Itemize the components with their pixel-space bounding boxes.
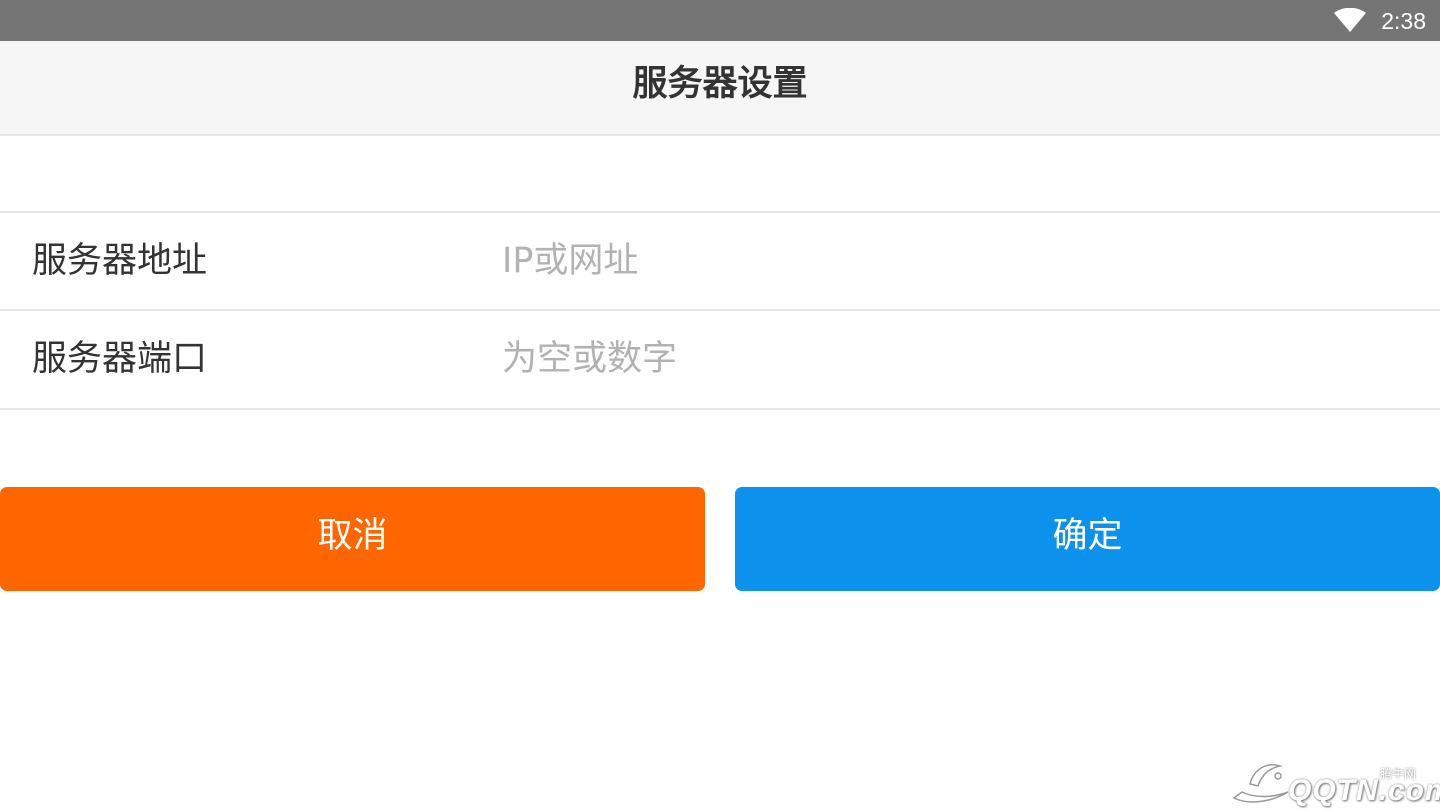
watermark-text: QQTN.com (1288, 774, 1440, 807)
cancel-button[interactable]: 取消 (0, 487, 705, 591)
confirm-button[interactable]: 确定 (735, 487, 1440, 591)
server-address-input[interactable] (492, 221, 1412, 301)
title-bar: 服务器设置 (0, 41, 1440, 136)
status-bar: 2:38 (0, 0, 1440, 41)
wifi-icon (1334, 8, 1366, 32)
server-address-label: 服务器地址 (32, 241, 208, 281)
status-time: 2:38 (1381, 8, 1426, 34)
page-title: 服务器设置 (632, 64, 808, 104)
server-port-input[interactable] (492, 319, 1412, 399)
watermark-subtext: 腾牛网 (1380, 767, 1417, 781)
server-address-row: 服务器地址 (0, 213, 1440, 309)
server-port-label: 服务器端口 (32, 339, 208, 379)
watermark-logo: QQTN.com 腾牛网 (1228, 754, 1440, 808)
server-port-row: 服务器端口 (0, 311, 1440, 407)
divider (0, 408, 1440, 410)
